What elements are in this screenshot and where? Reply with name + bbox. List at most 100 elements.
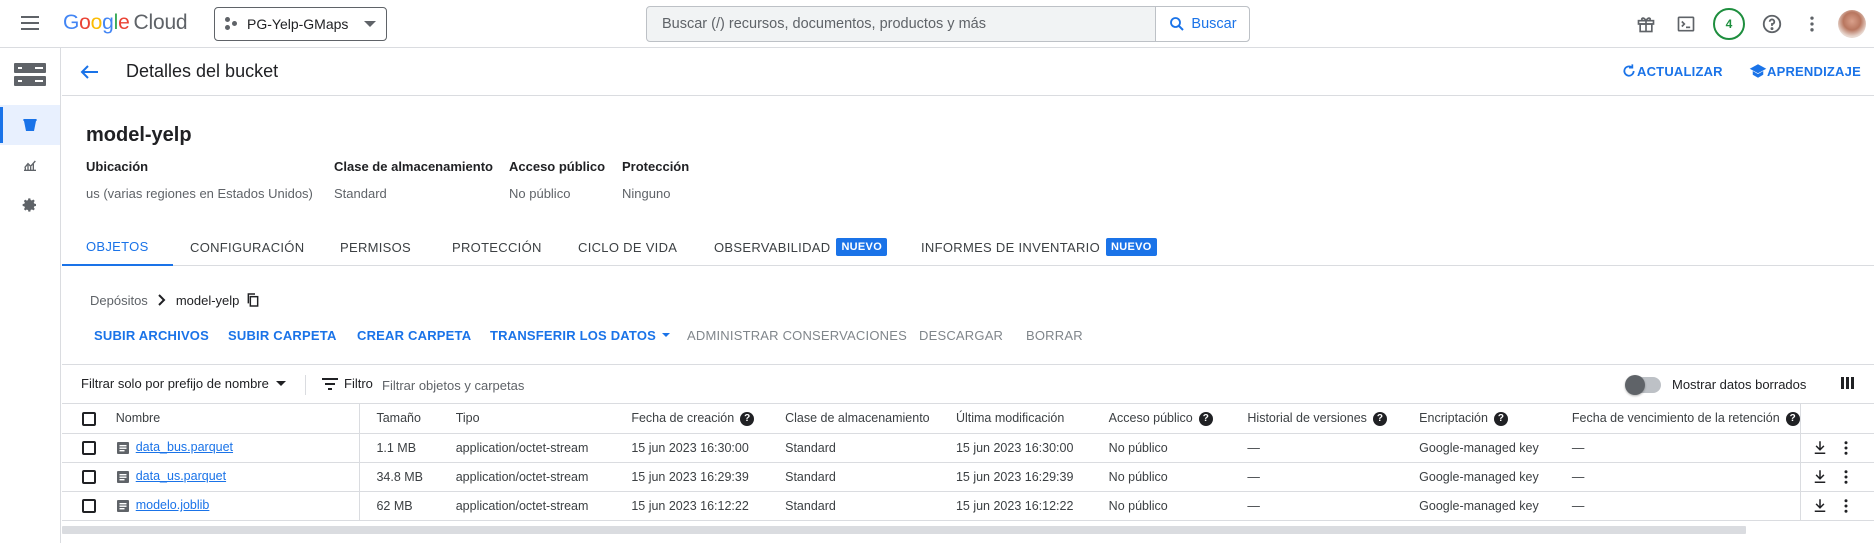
project-name: PG-Yelp-GMaps	[247, 16, 349, 32]
cell-encryption: Google-managed key	[1403, 491, 1556, 521]
cell-type: application/octet-stream	[439, 462, 616, 492]
main-menu-icon[interactable]	[18, 12, 42, 36]
row-checkbox[interactable]	[82, 469, 96, 484]
cell-created: 15 jun 2023 16:29:39	[615, 462, 770, 492]
row-checkbox[interactable]	[82, 440, 96, 455]
table-row[interactable]: data_bus.parquet 1.1 MB application/octet-…	[62, 433, 1874, 463]
download-icon[interactable]	[1811, 497, 1829, 515]
object-name-link[interactable]: modelo.joblib	[136, 498, 210, 512]
table-header-row: Nombre Tamaño Tipo Fecha de creación? Cl…	[62, 404, 1874, 434]
more-vert-icon[interactable]	[1837, 468, 1855, 486]
top-bar: GoogleCloud PG-Yelp-GMaps Buscar 4	[0, 0, 1874, 48]
breadcrumb-buckets-link[interactable]: Depósitos	[90, 293, 148, 308]
more-vert-icon[interactable]	[1792, 4, 1832, 44]
cell-storage-class: Standard	[769, 462, 940, 492]
transfer-data-button[interactable]: TRANSFERIR LOS DATOS	[490, 328, 672, 343]
header-type[interactable]: Tipo	[439, 404, 616, 434]
header-size[interactable]: Tamaño	[359, 404, 440, 434]
cell-public-access: No público	[1092, 433, 1232, 463]
download-icon[interactable]	[1811, 468, 1829, 486]
file-icon	[116, 441, 129, 454]
tab-informes-inventario[interactable]: INFORMES DE INVENTARIO NUEVO	[897, 228, 1181, 266]
meta-protection: Protección Ninguno	[622, 159, 690, 201]
bucket-name: model-yelp	[86, 124, 192, 146]
cell-type: application/octet-stream	[439, 491, 616, 521]
help-icon[interactable]	[1752, 4, 1792, 44]
nav-buckets-icon[interactable]	[0, 105, 60, 145]
cell-created: 15 jun 2023 16:30:00	[615, 433, 770, 463]
help-icon[interactable]: ?	[1493, 411, 1508, 426]
object-name-link[interactable]: data_us.parquet	[136, 469, 226, 483]
cell-encryption: Google-managed key	[1403, 462, 1556, 492]
cell-modified: 15 jun 2023 16:29:39	[939, 462, 1093, 492]
nav-monitoring-icon[interactable]	[0, 145, 60, 185]
prefix-filter-dropdown[interactable]: Filtrar solo por prefijo de nombre	[81, 376, 288, 391]
breadcrumb-current: model-yelp	[175, 292, 240, 308]
table-row[interactable]: data_us.parquet 34.8 MB application/octet-…	[62, 462, 1874, 492]
refresh-icon	[1623, 64, 1635, 77]
search-icon	[1170, 17, 1185, 31]
horizontal-scrollbar[interactable]	[62, 526, 1746, 534]
cell-encryption: Google-managed key	[1403, 433, 1556, 463]
tab-ciclo-de-vida[interactable]: CICLO DE VIDA	[554, 228, 701, 266]
back-arrow-icon[interactable]	[78, 60, 102, 84]
header-public-access[interactable]: Acceso público?	[1092, 404, 1232, 434]
tab-proteccion[interactable]: PROTECCIÓN	[428, 228, 566, 266]
gift-icon[interactable]	[1626, 4, 1666, 44]
upload-folder-button[interactable]: SUBIR CARPETA	[228, 328, 337, 343]
nav-settings-icon[interactable]	[0, 185, 60, 225]
help-icon[interactable]: ?	[1372, 411, 1387, 426]
download-button[interactable]: DESCARGAR	[919, 328, 1003, 343]
tab-configuracion[interactable]: CONFIGURACIÓN	[166, 228, 328, 266]
header-row-actions	[1800, 404, 1874, 434]
help-icon[interactable]: ?	[1785, 411, 1800, 426]
header-modified[interactable]: Última modificación	[939, 404, 1093, 434]
chevron-down-icon	[275, 380, 286, 386]
search-bar: Buscar	[646, 6, 1250, 42]
table-row[interactable]: modelo.joblib 62 MB application/octet-stre…	[62, 491, 1874, 521]
google-cloud-logo[interactable]: Google Cloud	[63, 11, 188, 35]
header-created[interactable]: Fecha de creación?	[615, 404, 770, 434]
help-icon[interactable]: ?	[1198, 411, 1213, 426]
filter-input[interactable]	[382, 371, 982, 399]
tab-permisos[interactable]: PERMISOS	[316, 228, 435, 266]
more-vert-icon[interactable]	[1837, 497, 1855, 515]
download-icon[interactable]	[1811, 439, 1829, 457]
show-deleted-toggle[interactable]	[1625, 375, 1661, 395]
row-checkbox[interactable]	[82, 498, 96, 513]
filter-icon	[322, 377, 338, 390]
header-storage-class[interactable]: Clase de almacenamiento	[769, 404, 940, 434]
header-encryption[interactable]: Encriptación?	[1403, 404, 1556, 434]
show-deleted-label: Mostrar datos borrados	[1672, 377, 1807, 392]
upload-files-button[interactable]: SUBIR ARCHIVOS	[94, 328, 209, 343]
project-selector[interactable]: PG-Yelp-GMaps	[214, 7, 387, 41]
search-input[interactable]	[647, 7, 1155, 41]
learn-button[interactable]: APRENDIZAJE	[1749, 63, 1861, 79]
avatar[interactable]	[1838, 10, 1866, 38]
more-vert-icon[interactable]	[1837, 439, 1855, 457]
refresh-button[interactable]: ACTUALIZAR	[1621, 63, 1723, 79]
object-name-link[interactable]: data_bus.parquet	[136, 440, 233, 454]
filter-button[interactable]: Filtro	[322, 376, 373, 391]
page-header: Detalles del bucket ACTUALIZAR APRENDIZA…	[62, 48, 1874, 96]
dropdown-caret-icon	[662, 333, 671, 337]
create-folder-button[interactable]: CREAR CARPETA	[357, 328, 471, 343]
notifications-badge[interactable]: 4	[1706, 4, 1752, 44]
header-version-history[interactable]: Historial de versiones?	[1231, 404, 1404, 434]
column-display-icon[interactable]	[1840, 375, 1860, 395]
tab-observabilidad[interactable]: OBSERVABILIDAD NUEVO	[690, 228, 911, 266]
header-name[interactable]: Nombre	[115, 404, 361, 434]
delete-button[interactable]: BORRAR	[1026, 328, 1083, 343]
cloud-shell-icon[interactable]	[1666, 4, 1706, 44]
cell-type: application/octet-stream	[439, 433, 616, 463]
tab-objetos[interactable]: OBJETOS	[62, 228, 173, 266]
page-title: Detalles del bucket	[126, 61, 279, 81]
objects-table: Nombre Tamaño Tipo Fecha de creación? Cl…	[62, 404, 1874, 521]
help-icon[interactable]: ?	[740, 411, 755, 426]
search-button[interactable]: Buscar	[1155, 7, 1249, 41]
select-all-checkbox[interactable]	[82, 411, 96, 426]
copy-icon[interactable]	[245, 292, 261, 308]
manage-holds-button[interactable]: ADMINISTRAR CONSERVACIONES	[687, 328, 907, 343]
storage-product-icon[interactable]	[0, 52, 60, 98]
header-retention[interactable]: Fecha de vencimiento de la retención?	[1555, 404, 1801, 434]
